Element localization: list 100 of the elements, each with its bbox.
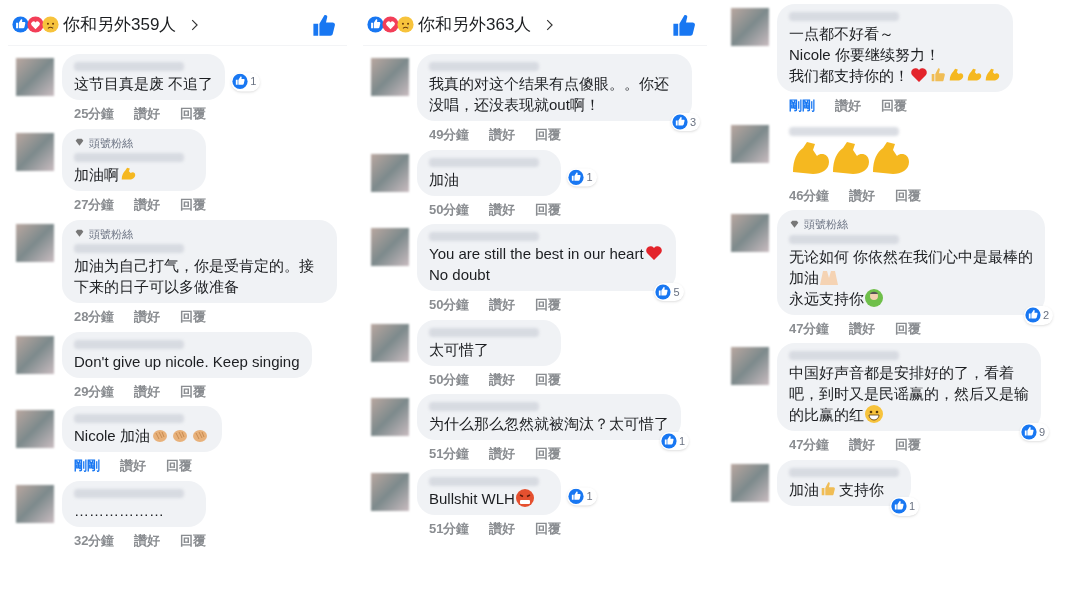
like-link[interactable]: 讚好 <box>489 295 516 315</box>
like-link[interactable]: 讚好 <box>489 518 516 538</box>
like-link[interactable]: 讚好 <box>134 195 161 215</box>
like-link[interactable]: 讚好 <box>849 185 876 205</box>
comment-time: 50分鐘 <box>429 200 470 219</box>
comment-time: 29分鐘 <box>74 382 115 401</box>
thumbs-up-icon <box>929 66 947 84</box>
comment-text: 无论如何 你依然在我们心中是最棒的 <box>789 247 1034 265</box>
like-count: 1 <box>659 431 689 450</box>
reply-link[interactable]: 回覆 <box>535 518 562 538</box>
fan-badge-label: 頭號粉絲 <box>89 226 133 242</box>
avatar-placeholder <box>16 223 54 262</box>
heart-icon <box>643 243 664 263</box>
grinning-face-icon <box>864 404 884 424</box>
comment-time: 剛剛 <box>74 457 100 475</box>
reply-link[interactable]: 回覆 <box>535 125 562 145</box>
avatar-placeholder <box>371 153 409 192</box>
comment-text: 这节目真是废 不追了 <box>74 75 214 92</box>
comment-text: 的比赢的红 <box>789 406 864 423</box>
sad-face-icon <box>397 16 414 33</box>
like-reaction-icon <box>367 16 384 33</box>
reply-link[interactable]: 回覆 <box>895 318 922 338</box>
like-reaction-icon <box>568 488 585 505</box>
reply-link[interactable]: 回覆 <box>535 444 562 464</box>
thumbs-up-icon <box>819 479 837 498</box>
comment-text: 加油 <box>429 170 459 188</box>
reply-link[interactable]: 回覆 <box>535 295 562 315</box>
like-reaction-icon <box>1020 423 1037 440</box>
reply-link[interactable]: 回覆 <box>180 195 207 215</box>
like-link[interactable]: 讚好 <box>134 307 161 327</box>
like-link[interactable]: 讚好 <box>134 381 161 401</box>
reply-link[interactable]: 回覆 <box>180 307 207 327</box>
reply-link[interactable]: 回覆 <box>895 185 922 205</box>
comment-time: 47分鐘 <box>789 436 830 454</box>
like-link[interactable]: 讚好 <box>120 456 146 476</box>
comment-text: 永远支持你 <box>789 289 864 307</box>
like-link[interactable]: 讚好 <box>849 435 876 455</box>
like-count: 3 <box>670 112 700 131</box>
like-link[interactable]: 讚好 <box>489 199 516 219</box>
reply-link[interactable]: 回覆 <box>535 369 562 389</box>
like-link[interactable]: 讚好 <box>134 530 161 550</box>
avatar-placeholder <box>731 463 769 502</box>
comment-text: 加油 <box>789 480 819 498</box>
comment-time: 51分鐘 <box>429 445 470 463</box>
comment-text: 中国好声音都是安排好的了，看着 <box>789 364 1014 381</box>
heart-reaction-icon <box>382 16 399 33</box>
comment-text: 支持你 <box>839 480 884 498</box>
avatar-placeholder <box>731 124 769 163</box>
avatar-placeholder <box>16 484 54 523</box>
like-reaction-icon <box>671 113 688 130</box>
reply-link[interactable]: 回覆 <box>895 435 922 455</box>
like-link[interactable]: 讚好 <box>489 369 516 389</box>
reply-link[interactable]: 回覆 <box>166 456 192 476</box>
like-reaction-icon <box>655 283 672 300</box>
comment-text: 为什么那么忽然就被淘汰？太可惜了 <box>429 415 669 432</box>
like-link[interactable]: 讚好 <box>835 96 861 116</box>
reply-link[interactable]: 回覆 <box>180 381 207 401</box>
avatar-placeholder <box>371 472 409 511</box>
like-reaction-icon <box>12 16 29 33</box>
like-count: 1 <box>567 486 597 506</box>
comment-text: 加油为自己打气，你是受肯定的。接下来的日子可以多做准备 <box>74 257 314 295</box>
reply-link[interactable]: 回覆 <box>180 104 207 124</box>
avatar-placeholder <box>731 8 769 46</box>
reaction-summary[interactable]: 你和另外363人 <box>418 11 532 38</box>
comment-text: 我真的对这个结果有点傻眼。。你还没唱，还没表现就out啊！ <box>429 75 669 113</box>
reply-link[interactable]: 回覆 <box>535 199 562 219</box>
avatar-placeholder <box>731 347 769 385</box>
comment-time: 剛剛 <box>789 97 815 115</box>
comment-text: You are still the best in our heart <box>429 245 644 262</box>
avatar-placeholder <box>16 410 54 448</box>
diamond-icon <box>789 218 800 230</box>
comment-text: 我们都支持你的！ <box>789 67 909 84</box>
like-count: 1 <box>889 497 919 516</box>
like-link[interactable]: 讚好 <box>134 104 161 124</box>
comment-text: 一点都不好看～ <box>789 25 894 42</box>
like-link[interactable]: 讚好 <box>849 318 876 338</box>
avatar-placeholder <box>371 398 409 436</box>
like-reaction-icon <box>660 432 677 449</box>
like-link[interactable]: 讚好 <box>489 125 516 145</box>
comment-time: 46分鐘 <box>789 186 830 205</box>
comment-time: 28分鐘 <box>74 308 115 326</box>
avatar-placeholder <box>371 58 409 96</box>
like-count: 1 <box>567 167 597 187</box>
like-link[interactable]: 讚好 <box>489 444 516 464</box>
reply-link[interactable]: 回覆 <box>180 530 207 550</box>
comment-text: 加油 <box>789 268 819 286</box>
comment-time: 27分鐘 <box>74 196 115 214</box>
avatar-placeholder <box>16 335 54 374</box>
like-reaction-icon <box>232 73 249 90</box>
reply-link[interactable]: 回覆 <box>881 96 907 116</box>
comment-time: 47分鐘 <box>789 319 830 338</box>
comment-time: 32分鐘 <box>74 531 115 550</box>
comment-text: 太可惜了 <box>429 340 489 358</box>
heart-icon <box>909 65 929 85</box>
angry-face-icon <box>514 487 535 508</box>
comment-time: 50分鐘 <box>429 370 470 389</box>
comment-time: 50分鐘 <box>429 296 470 314</box>
reaction-summary[interactable]: 你和另外359人 <box>63 11 177 38</box>
comment-text: Don't give up nicole. Keep singing <box>74 352 300 370</box>
avatar-placeholder <box>371 228 409 266</box>
